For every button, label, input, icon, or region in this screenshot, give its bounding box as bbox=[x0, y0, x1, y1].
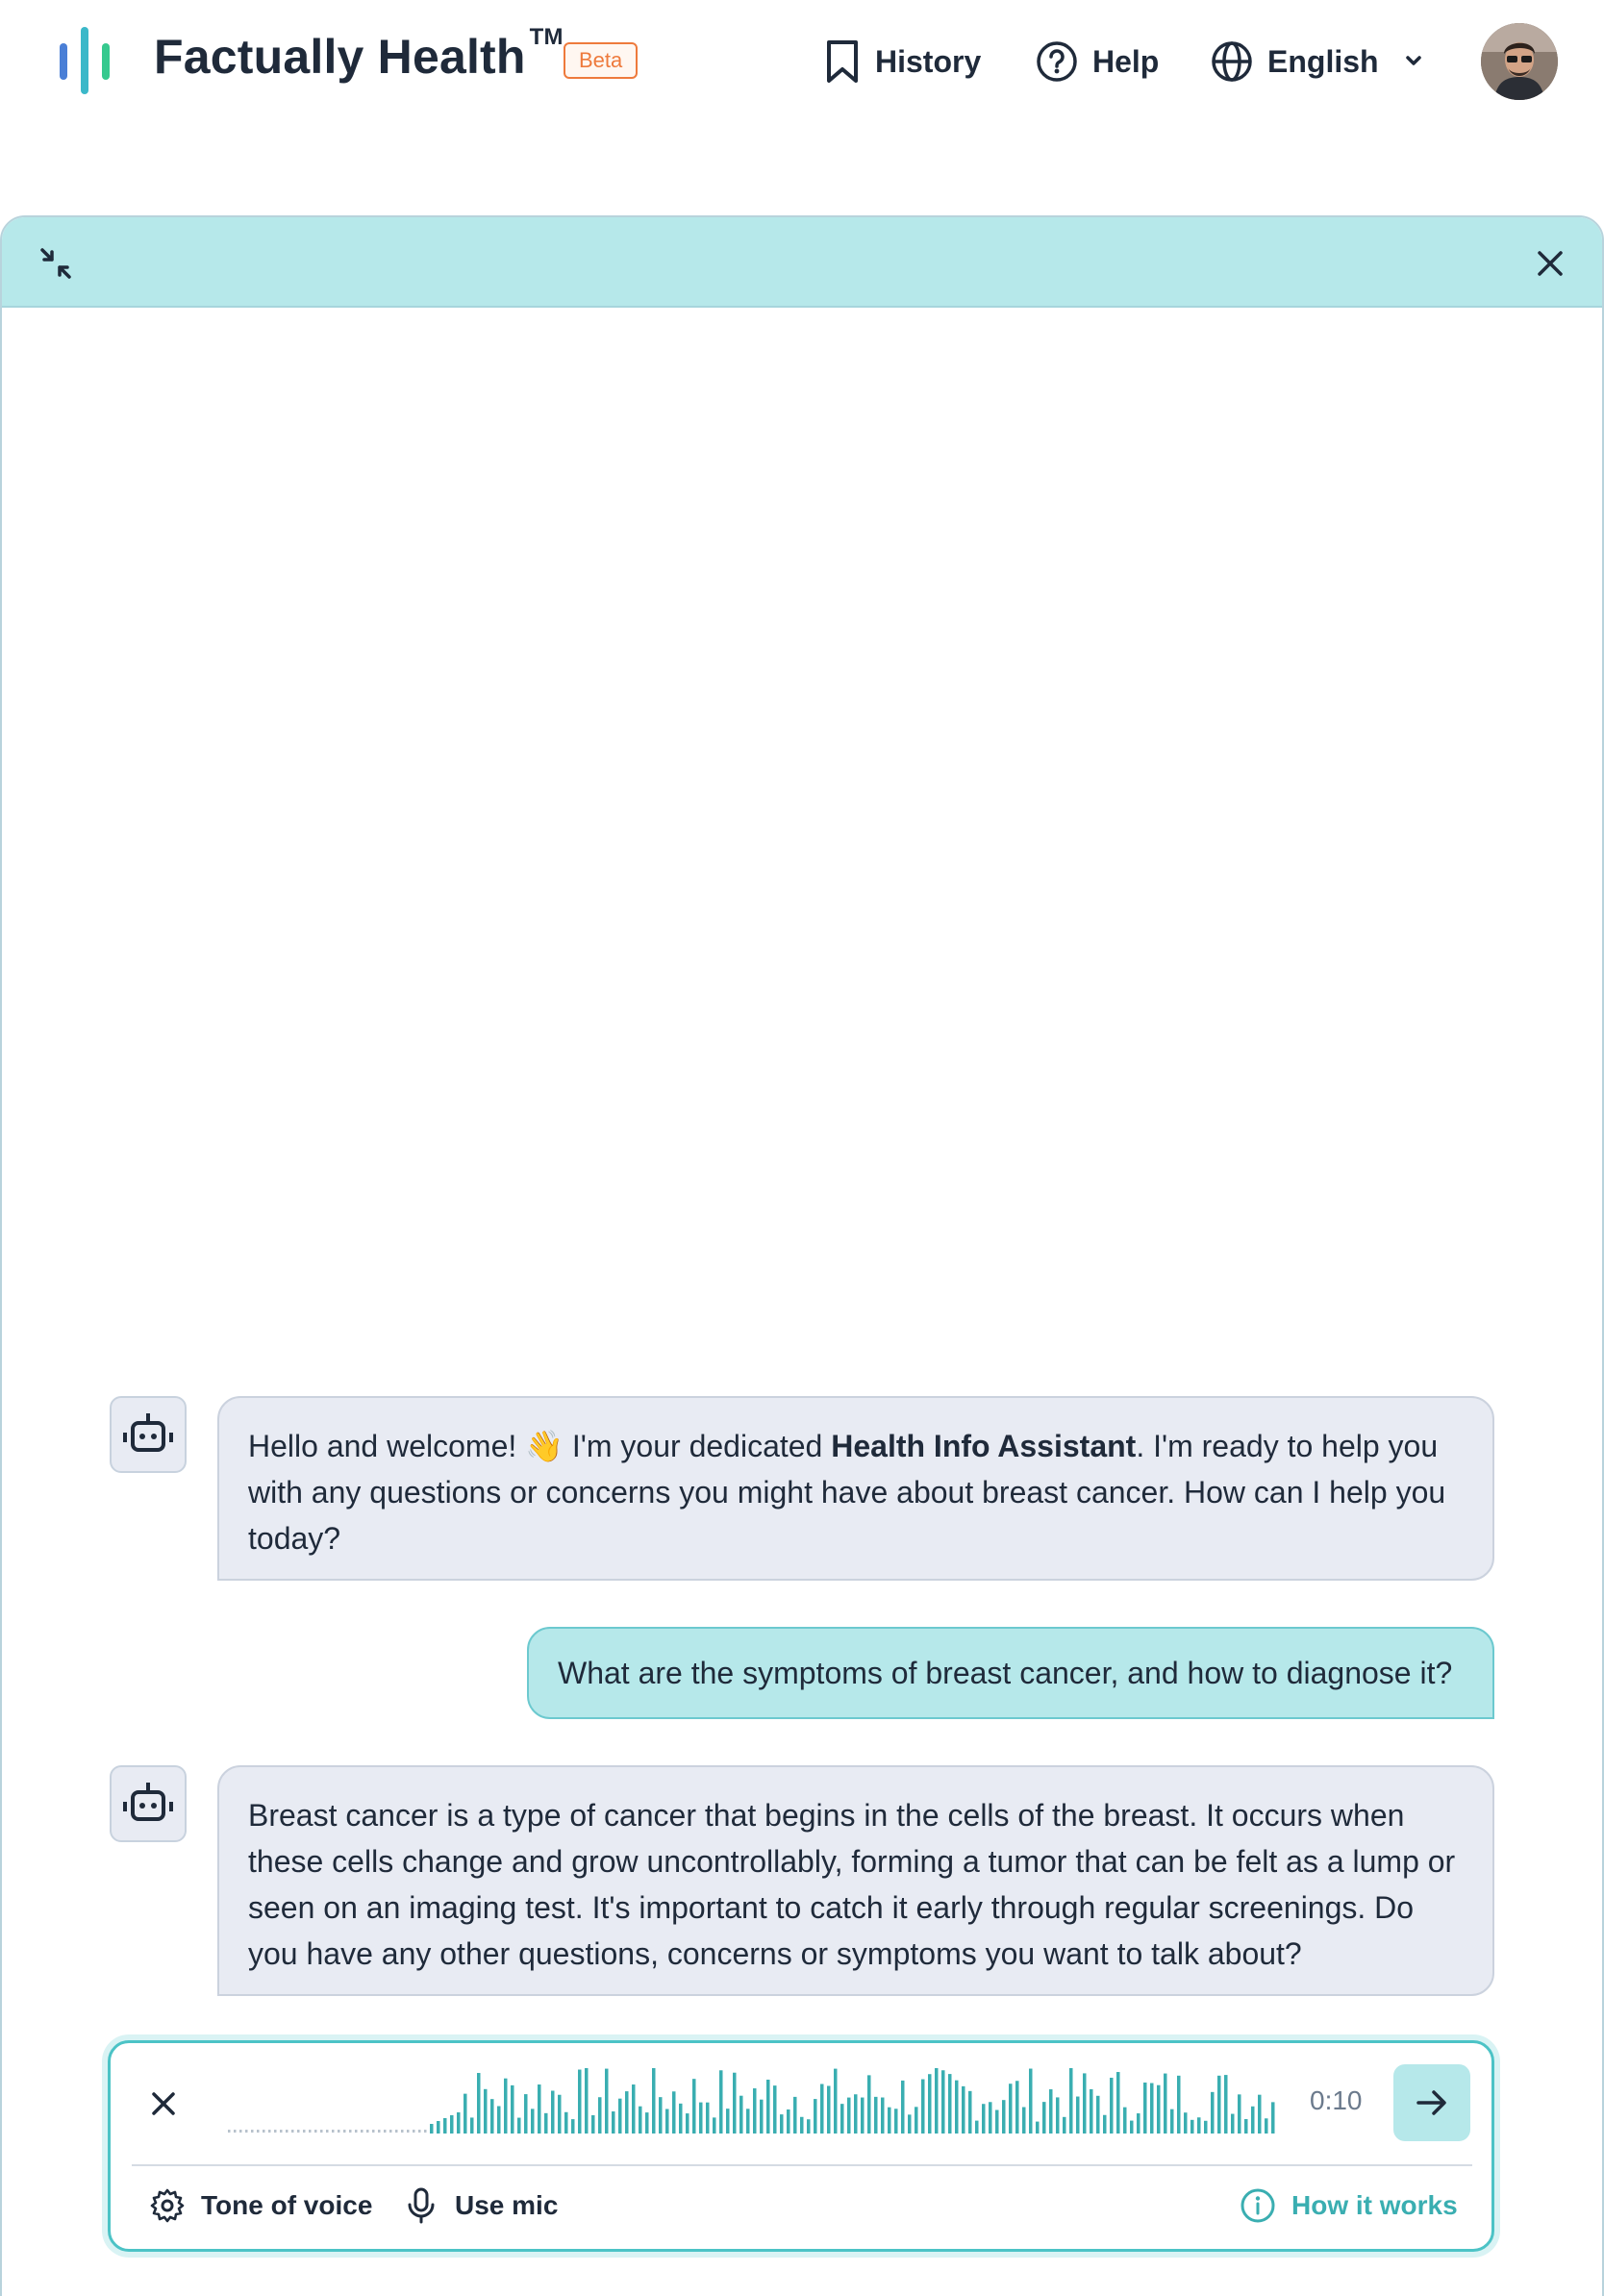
user-message: What are the symptoms of breast cancer, … bbox=[527, 1627, 1494, 1719]
help-circle-icon bbox=[1037, 41, 1077, 82]
collapse-arrows-icon bbox=[40, 248, 71, 279]
how-it-works-label: How it works bbox=[1291, 2190, 1458, 2220]
recording-timer: 0:10 bbox=[1310, 2085, 1363, 2115]
language-selector[interactable]: English bbox=[1210, 35, 1433, 88]
help-label: Help bbox=[1092, 43, 1160, 79]
chevron-down-icon bbox=[1405, 56, 1421, 65]
history-label: History bbox=[875, 43, 982, 79]
gear-icon bbox=[150, 2188, 185, 2223]
beta-badge: Beta bbox=[564, 42, 639, 79]
bookmark-icon bbox=[827, 40, 858, 83]
factually-health-logo-icon[interactable] bbox=[60, 27, 110, 94]
close-icon bbox=[152, 2092, 175, 2115]
globe-icon bbox=[1212, 41, 1252, 82]
message-text: Hello and welcome! 👋 I'm your dedicated bbox=[248, 1429, 832, 1463]
audio-waveform bbox=[228, 2068, 1275, 2134]
language-label: English bbox=[1267, 43, 1379, 79]
microphone-icon bbox=[408, 2187, 435, 2224]
info-icon bbox=[1241, 2188, 1275, 2223]
chat-panel-toolbar bbox=[2, 217, 1602, 308]
arrow-right-icon bbox=[1416, 2090, 1446, 2115]
tone-of-voice-button[interactable]: Tone of voice bbox=[149, 2180, 372, 2232]
brand-name[interactable]: Factually Health TM bbox=[154, 24, 564, 85]
trademark-mark: TM bbox=[529, 24, 564, 51]
how-it-works-link[interactable]: How it works bbox=[1240, 2180, 1458, 2232]
robot-icon bbox=[123, 1783, 173, 1821]
voice-composer: 0:10 Tone of voice Use mic How it works bbox=[108, 2040, 1494, 2252]
composer-divider bbox=[132, 2164, 1472, 2166]
send-button[interactable] bbox=[1393, 2064, 1470, 2141]
use-mic-button[interactable]: Use mic bbox=[403, 2180, 558, 2232]
close-icon bbox=[1538, 251, 1563, 276]
message-text: Breast cancer is a type of cancer that b… bbox=[248, 1798, 1456, 1971]
assistant-avatar bbox=[110, 1396, 187, 1473]
top-header: Factually Health TM Beta History Help Eng… bbox=[0, 0, 1604, 125]
assistant-message: Hello and welcome! 👋 I'm your dedicated … bbox=[217, 1396, 1494, 1581]
close-chat-button[interactable] bbox=[1529, 242, 1571, 285]
use-mic-label: Use mic bbox=[455, 2190, 559, 2220]
assistant-avatar bbox=[110, 1765, 187, 1842]
robot-icon bbox=[123, 1413, 173, 1452]
message-text-bold: Health Info Assistant bbox=[831, 1429, 1137, 1463]
assistant-message: Breast cancer is a type of cancer that b… bbox=[217, 1765, 1494, 1996]
user-avatar[interactable] bbox=[1481, 23, 1558, 100]
message-text: What are the symptoms of breast cancer, … bbox=[558, 1656, 1453, 1690]
help-link[interactable]: Help bbox=[1035, 35, 1159, 88]
tone-of-voice-label: Tone of voice bbox=[201, 2190, 373, 2220]
history-link[interactable]: History bbox=[823, 35, 981, 88]
minimize-button[interactable] bbox=[35, 242, 77, 285]
cancel-recording-button[interactable] bbox=[143, 2084, 184, 2124]
